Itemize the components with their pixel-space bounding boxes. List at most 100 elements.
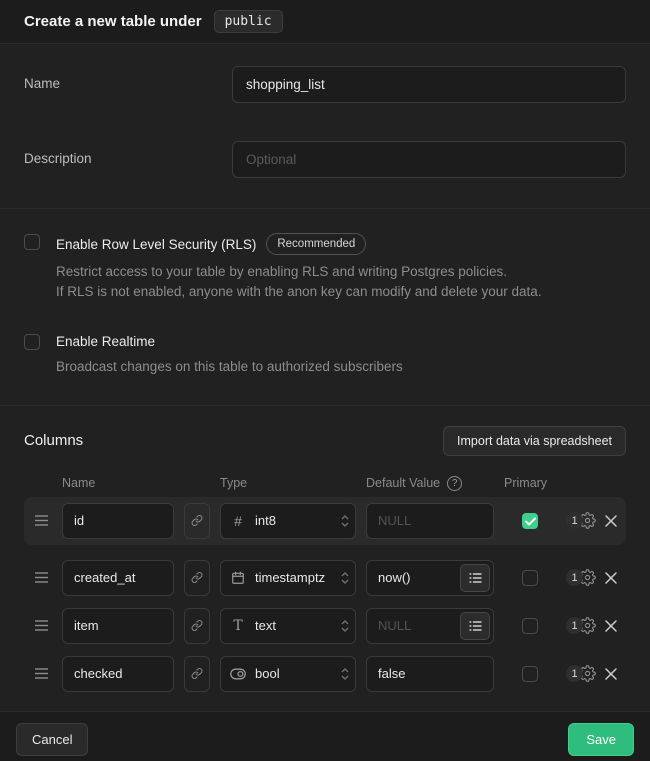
recommended-badge: Recommended: [266, 233, 366, 255]
table-name-input[interactable]: [232, 66, 626, 103]
column-settings-button[interactable]: 1: [566, 665, 596, 682]
default-value-picker-button[interactable]: [460, 612, 490, 640]
chevron-up-down-icon: [341, 571, 349, 585]
column-type-value: bool: [255, 666, 280, 681]
primary-checkbox[interactable]: [522, 618, 538, 634]
foreign-key-button[interactable]: [184, 503, 210, 539]
close-icon: [604, 619, 618, 633]
realtime-description: Broadcast changes on this table to autho…: [56, 357, 626, 377]
realtime-title-row: Enable Realtime: [56, 333, 626, 350]
name-row: Name: [24, 66, 626, 103]
realtime-checkbox[interactable]: [24, 334, 40, 350]
column-settings-button[interactable]: 1: [566, 569, 596, 586]
row-actions: 1: [566, 617, 618, 634]
chevron-up-down-icon: [341, 619, 349, 633]
drag-handle-icon[interactable]: [34, 571, 52, 584]
help-icon[interactable]: ?: [447, 476, 462, 491]
description-field-wrap: [232, 141, 626, 178]
column-name-input[interactable]: [62, 560, 174, 596]
column-settings-button[interactable]: 1: [566, 512, 596, 529]
column-type-select[interactable]: timestamptz: [220, 560, 356, 596]
rls-label: Enable Row Level Security (RLS): [56, 237, 256, 252]
rls-title-row: Enable Row Level Security (RLS) Recommen…: [56, 233, 626, 255]
rls-description-line2: If RLS is not enabled, anyone with the a…: [56, 282, 626, 302]
default-value-wrap: [366, 608, 494, 644]
basic-info-section: Name Description: [0, 44, 650, 209]
primary-cell: [504, 617, 556, 634]
table-row: T text 1: [24, 605, 626, 647]
columns-title: Columns: [24, 432, 83, 449]
name-label: Name: [24, 66, 232, 103]
realtime-toggle-block: Enable Realtime Broadcast changes on thi…: [24, 333, 626, 377]
default-value-wrap: [366, 656, 494, 692]
realtime-label: Enable Realtime: [56, 334, 155, 349]
hash-icon: #: [230, 513, 246, 529]
calendar-icon: [230, 571, 246, 585]
rls-toggle-block: Enable Row Level Security (RLS) Recommen…: [24, 233, 626, 301]
check-icon: [525, 517, 536, 526]
description-label: Description: [24, 141, 232, 178]
rls-description-line1: Restrict access to your table by enablin…: [56, 262, 626, 282]
column-type-select[interactable]: T text: [220, 608, 356, 644]
foreign-key-button[interactable]: [184, 608, 210, 644]
description-row: Description: [24, 141, 626, 178]
import-spreadsheet-button[interactable]: Import data via spreadsheet: [443, 426, 626, 456]
drag-handle-icon[interactable]: [34, 514, 52, 527]
cancel-button[interactable]: Cancel: [16, 723, 88, 756]
foreign-key-button[interactable]: [184, 656, 210, 692]
column-name-input[interactable]: [62, 608, 174, 644]
column-type-value: int8: [255, 513, 276, 528]
table-row: # int8 1: [24, 497, 626, 545]
primary-checkbox[interactable]: [522, 666, 538, 682]
header-name: Name: [62, 476, 174, 490]
remove-column-button[interactable]: [604, 571, 618, 585]
default-value-wrap: [366, 503, 494, 539]
drag-handle-icon[interactable]: [34, 619, 52, 632]
header-default-value: Default Value ?: [366, 476, 494, 491]
remove-column-button[interactable]: [604, 619, 618, 633]
close-icon: [604, 571, 618, 585]
column-type-select[interactable]: bool: [220, 656, 356, 692]
table-row: timestamptz 1: [24, 557, 626, 599]
row-actions: 1: [566, 665, 618, 682]
columns-section: Columns Import data via spreadsheet Name…: [0, 406, 650, 711]
primary-checkbox[interactable]: [522, 513, 538, 529]
default-value-input[interactable]: [366, 656, 494, 692]
toggles-section: Enable Row Level Security (RLS) Recommen…: [0, 209, 650, 406]
name-field-wrap: [232, 66, 626, 103]
dialog-header: Create a new table under public: [0, 0, 650, 44]
columns-table-headers: Name Type Default Value ? Primary: [24, 476, 626, 491]
table-row: bool 1: [24, 653, 626, 695]
column-type-select[interactable]: # int8: [220, 503, 356, 539]
toggle-icon: [230, 668, 246, 680]
list-icon: [469, 620, 482, 632]
default-value-picker-button[interactable]: [460, 564, 490, 592]
column-name-input[interactable]: [62, 656, 174, 692]
column-type-value: text: [255, 618, 276, 633]
close-icon: [604, 514, 618, 528]
default-value-input[interactable]: [366, 503, 494, 539]
drag-handle-icon[interactable]: [34, 667, 52, 680]
save-button[interactable]: Save: [568, 723, 634, 756]
header-primary: Primary: [504, 476, 556, 490]
chevron-up-down-icon: [341, 667, 349, 681]
column-name-input[interactable]: [62, 503, 174, 539]
header-type: Type: [220, 476, 356, 490]
primary-checkbox[interactable]: [522, 570, 538, 586]
list-icon: [469, 572, 482, 584]
dialog-footer: Cancel Save: [0, 711, 650, 761]
dialog-title: Create a new table under: [24, 13, 202, 30]
remove-column-button[interactable]: [604, 514, 618, 528]
text-type-icon: T: [230, 618, 246, 634]
column-settings-button[interactable]: 1: [566, 617, 596, 634]
primary-cell: [504, 512, 556, 529]
row-actions: 1: [566, 569, 618, 586]
primary-cell: [504, 665, 556, 682]
rls-description: Restrict access to your table by enablin…: [56, 262, 626, 301]
foreign-key-button[interactable]: [184, 560, 210, 596]
rls-checkbox[interactable]: [24, 234, 40, 250]
remove-column-button[interactable]: [604, 667, 618, 681]
table-description-input[interactable]: [232, 141, 626, 178]
primary-cell: [504, 569, 556, 586]
columns-header-bar: Columns Import data via spreadsheet: [24, 426, 626, 456]
